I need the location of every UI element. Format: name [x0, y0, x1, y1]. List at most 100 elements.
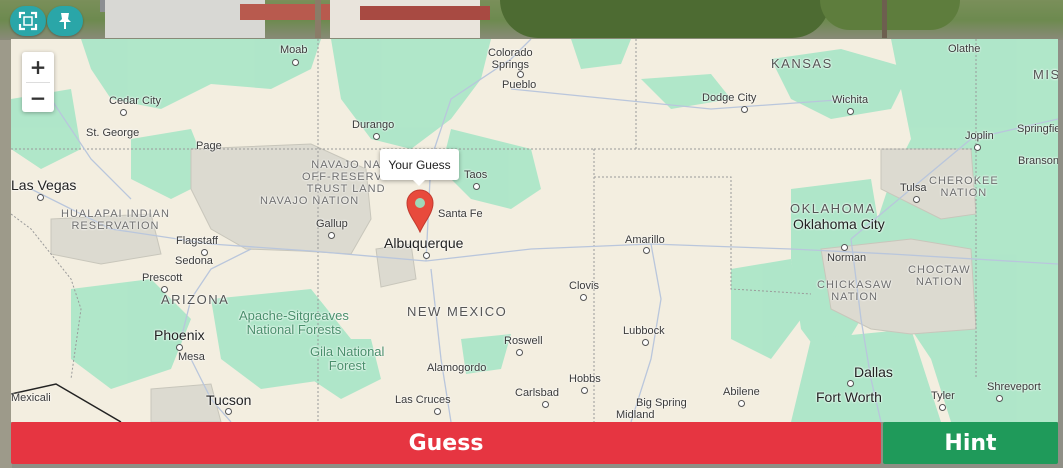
- park-line: National Forests: [246, 322, 342, 337]
- city-label-shreveport: Shreveport: [987, 381, 1041, 393]
- state-label-oklahoma: OKLAHOMA: [790, 201, 876, 216]
- city-dot: [161, 286, 168, 293]
- region-line: NATION: [915, 276, 963, 288]
- region-line: HUALAPAI INDIAN: [61, 208, 170, 220]
- city-dot: [580, 294, 587, 301]
- city-label-mexicali: Mexicali: [11, 392, 51, 404]
- region-line: NATION: [940, 187, 988, 199]
- city-dot: [373, 133, 380, 140]
- city-label-mesa: Mesa: [178, 351, 205, 363]
- city-label-dodge-city: Dodge City: [702, 92, 757, 104]
- city-dot: [939, 404, 946, 411]
- city-dot: [841, 244, 848, 251]
- city-dot: [974, 144, 981, 151]
- city-dot: [542, 401, 549, 408]
- city-label-st-george: St. George: [86, 127, 140, 139]
- city-label-tucson: Tucson: [206, 392, 252, 408]
- city-label-moab: Moab: [280, 44, 308, 56]
- region-label-navajo-off: NAVAJO NA OFF-RESERVA TRUST LAND: [302, 159, 390, 195]
- city-label-branson: Branson: [1018, 155, 1058, 167]
- city-label-carlsbad: Carlsbad: [515, 387, 560, 399]
- city-label-midland: Midland: [616, 409, 655, 421]
- city-label-fort-worth: Fort Worth: [816, 389, 882, 405]
- city-dot: [913, 196, 920, 203]
- guess-tooltip: Your Guess: [380, 149, 459, 186]
- city-label-flagstaff: Flagstaff: [176, 235, 218, 247]
- city-label-lubbock: Lubbock: [623, 325, 665, 337]
- region-label-navajo-nation: NAVAJO NATION: [260, 195, 360, 207]
- region-line: OFF-RESERVA: [302, 171, 391, 183]
- city-label-alamogordo: Alamogordo: [427, 362, 487, 374]
- city-dot: [120, 109, 127, 116]
- city-dot: [328, 232, 335, 239]
- city-label-amarillo: Amarillo: [625, 234, 665, 246]
- city-label-las-cruces: Las Cruces: [395, 394, 451, 406]
- pin-icon: [59, 13, 71, 29]
- background-roof: [360, 6, 490, 20]
- hint-button[interactable]: Hint: [883, 422, 1058, 464]
- city-label-clovis: Clovis: [569, 280, 599, 292]
- city-dot: [642, 339, 649, 346]
- city-dot: [847, 108, 854, 115]
- state-label-arizona: ARIZONA: [161, 292, 230, 307]
- guess-map[interactable]: KANSAS OKLAHOMA ARIZONA NEW MEXICO MIS N…: [11, 39, 1058, 422]
- background-pole: [882, 0, 887, 38]
- city-label-joplin: Joplin: [965, 130, 994, 142]
- city-label-gallup: Gallup: [316, 218, 348, 230]
- fullscreen-button[interactable]: [10, 6, 46, 36]
- city-dot: [581, 387, 588, 394]
- city-dot: [738, 400, 745, 407]
- city-label-hobbs: Hobbs: [569, 373, 601, 385]
- background-tree: [820, 0, 960, 30]
- zoom-in-button[interactable]: +: [22, 52, 54, 82]
- city-label-wichita: Wichita: [832, 94, 869, 106]
- state-label-cut: MIS: [1033, 67, 1058, 82]
- region-line: NAVAJO NA: [311, 159, 381, 171]
- city-dot: [516, 349, 523, 356]
- city-line: Colorado: [488, 47, 533, 59]
- city-dot: [176, 344, 183, 351]
- city-label-prescott: Prescott: [142, 272, 183, 284]
- city-label-norman: Norman: [827, 252, 867, 264]
- city-dot: [292, 59, 299, 66]
- region-label-choctaw: CHOCTAW NATION: [908, 264, 971, 288]
- region-line: CHOCTAW: [908, 264, 971, 276]
- city-label-olathe: Olathe: [948, 43, 981, 55]
- city-label-cedar-city: Cedar City: [109, 95, 161, 107]
- city-label-taos: Taos: [464, 169, 488, 181]
- city-label-abilene: Abilene: [723, 386, 760, 398]
- city-label-tyler: Tyler: [931, 390, 955, 402]
- city-label-sedona: Sedona: [175, 255, 213, 267]
- city-line: Springs: [491, 59, 529, 71]
- city-label-big-spring: Big Spring: [636, 397, 687, 409]
- city-label-durango: Durango: [352, 119, 395, 131]
- background-pole: [315, 0, 321, 38]
- city-label-oklahoma-city: Oklahoma City: [793, 216, 885, 232]
- background-tree: [500, 0, 830, 38]
- zoom-out-button[interactable]: −: [22, 83, 54, 113]
- city-label-las-vegas: Las Vegas: [11, 177, 77, 193]
- region-line: TRUST LAND: [306, 183, 386, 195]
- city-dot: [423, 252, 430, 259]
- state-label-new-mexico: NEW MEXICO: [407, 304, 508, 319]
- park-label-gila: Gila National Forest: [310, 345, 384, 373]
- city-dot: [643, 247, 650, 254]
- region-line: NATION: [831, 291, 878, 303]
- park-line: Apache-Sitgreaves: [239, 308, 349, 323]
- guess-button[interactable]: Guess: [11, 422, 881, 464]
- city-dot: [434, 408, 441, 415]
- guess-marker-icon[interactable]: [405, 189, 435, 233]
- city-label-tulsa: Tulsa: [900, 182, 927, 194]
- state-label-kansas: KANSAS: [771, 56, 833, 71]
- city-label-dallas: Dallas: [854, 364, 893, 380]
- city-label-albuquerque: Albuquerque: [384, 235, 464, 251]
- pin-map-button[interactable]: [47, 6, 83, 36]
- fullscreen-icon: [18, 11, 38, 31]
- city-dot: [37, 194, 44, 201]
- region-label-cherokee: CHEROKEE NATION: [929, 175, 999, 199]
- city-label-roswell: Roswell: [504, 335, 543, 347]
- region-label-hualapai: HUALAPAI INDIAN RESERVATION: [61, 208, 170, 232]
- zoom-control: + −: [22, 52, 54, 112]
- city-label-pueblo: Pueblo: [502, 79, 537, 91]
- park-label-apache: Apache-Sitgreaves National Forests: [239, 309, 349, 337]
